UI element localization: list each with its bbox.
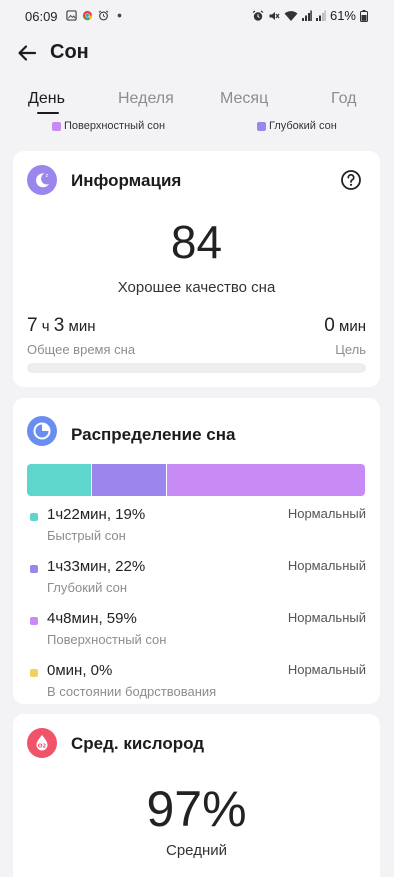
legend-swatch: [52, 121, 61, 131]
signal-icon: [301, 10, 312, 21]
sleep-legend: Поверхностный сон Глубокий сон: [0, 120, 394, 134]
goal-value: 0 мин: [324, 315, 366, 336]
oxygen-label: Средний: [166, 842, 227, 859]
svg-text:z: z: [46, 173, 49, 179]
stage-name: Быстрый сон: [47, 528, 126, 543]
status-time: 06:09: [25, 9, 58, 24]
stage-value: 1ч33мин, 22%: [47, 558, 146, 575]
info-card: z Информация 84 Хорошее качество сна 7 ч…: [13, 151, 380, 387]
stage-status: Нормальный: [287, 506, 366, 521]
stage-light: 4ч8мин, 59% Поверхностный сон Нормальный: [27, 610, 366, 654]
legend-label: Поверхностный сон: [64, 120, 166, 132]
sleep-goal-progress: [27, 363, 366, 373]
signal-icon: [315, 10, 326, 21]
stage-name: Глубокий сон: [47, 580, 128, 595]
status-right: 61%: [252, 8, 368, 23]
page-title: Сон: [50, 41, 89, 63]
sleep-quality: Хорошее качество сна: [117, 279, 276, 296]
legend-deep-sleep: Глубокий сон: [257, 120, 337, 132]
oxygen-card: O2 Сред. кислород 97% Средний: [13, 714, 380, 877]
tab-day[interactable]: День: [28, 90, 65, 108]
stage-value: 4ч8мин, 59%: [47, 610, 137, 627]
stage-status: Нормальный: [287, 558, 366, 573]
stage-name: В состоянии бодрствования: [47, 684, 217, 699]
moon-icon: z: [27, 165, 57, 195]
oxygen-value: 97%: [146, 781, 247, 837]
stage-awake: 0мин, 0% В состоянии бодрствования Норма…: [27, 662, 366, 706]
stage-swatch: [30, 617, 38, 625]
mute-icon: [269, 11, 280, 20]
wifi-icon: [284, 10, 298, 21]
stage-swatch: [30, 565, 38, 573]
app-header: Сон: [0, 38, 394, 70]
status-notification-icons: [66, 10, 125, 21]
legend-label: Глубокий сон: [269, 120, 337, 132]
stage-value: 1ч22мин, 19%: [47, 506, 146, 523]
tab-year[interactable]: Год: [331, 90, 356, 108]
info-card-title: Информация: [71, 171, 182, 190]
segment-deep: [91, 464, 166, 496]
segment-light: [165, 464, 365, 496]
stage-value: 0мин, 0%: [47, 662, 113, 679]
stage-status: Нормальный: [287, 662, 366, 677]
stage-deep: 1ч33мин, 22% Глубокий сон Нормальный: [27, 558, 366, 602]
chrome-icon: [82, 10, 93, 21]
alarm-icon: [252, 10, 264, 21]
status-bar: 06:09 61%: [0, 0, 394, 34]
legend-light-sleep: Поверхностный сон: [52, 120, 165, 132]
tab-month[interactable]: Месяц: [220, 90, 268, 108]
back-arrow-icon[interactable]: [16, 42, 38, 64]
stage-swatch: [30, 513, 38, 521]
active-tab-indicator: [37, 112, 59, 114]
distribution-card-title: Распределение сна: [71, 425, 236, 444]
stage-swatch: [30, 669, 38, 677]
gallery-icon: [66, 10, 77, 21]
total-sleep-value: 7 ч 3 мин: [27, 315, 96, 336]
pie-chart-icon: [27, 416, 57, 446]
battery-icon: [360, 9, 368, 22]
oxygen-card-title: Сред. кислород: [71, 734, 205, 753]
svg-text:O2: O2: [38, 744, 47, 750]
sleep-distribution-bar: [27, 464, 365, 496]
oxygen-icon: O2: [27, 728, 57, 758]
distribution-card: Распределение сна 1ч22мин, 19% Быстрый с…: [13, 398, 380, 704]
stage-rem: 1ч22мин, 19% Быстрый сон Нормальный: [27, 506, 366, 550]
stage-name: Поверхностный сон: [47, 632, 167, 647]
legend-swatch: [257, 121, 266, 131]
period-tabs: День Неделя Месяц Год: [0, 90, 394, 116]
total-sleep-label: Общее время сна: [27, 342, 136, 357]
tab-week[interactable]: Неделя: [118, 90, 174, 108]
stage-status: Нормальный: [287, 610, 366, 625]
alarm-icon: [98, 10, 109, 21]
goal-label: Цель: [335, 342, 366, 357]
help-icon[interactable]: [340, 169, 362, 191]
sleep-score: 84: [170, 216, 223, 268]
battery-percent: 61%: [329, 8, 356, 23]
segment-rem: [27, 464, 92, 496]
dot-icon: [117, 13, 122, 18]
